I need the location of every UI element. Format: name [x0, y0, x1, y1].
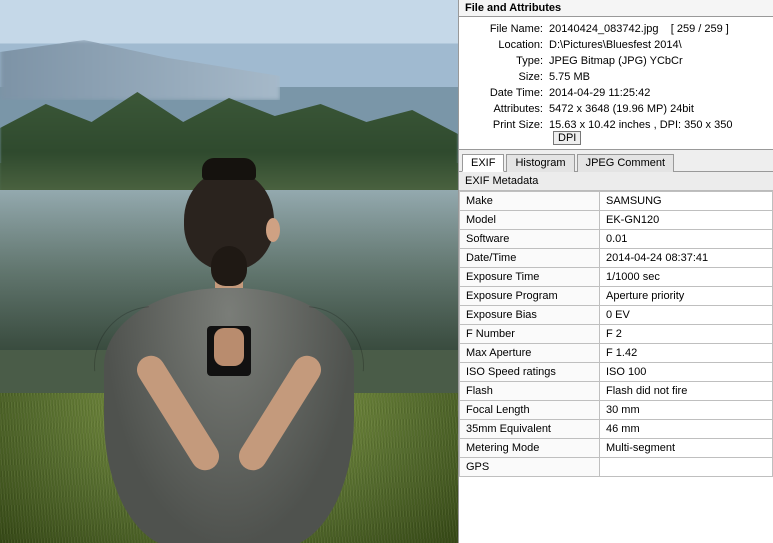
image-preview[interactable]: [0, 0, 458, 543]
table-row[interactable]: ISO Speed ratingsISO 100: [460, 363, 773, 382]
table-row[interactable]: Exposure Time1/1000 sec: [460, 268, 773, 287]
attr-label: Location:: [465, 39, 549, 51]
attr-value: 5.75 MB: [549, 71, 767, 83]
table-row[interactable]: Software0.01: [460, 230, 773, 249]
printsize-text: 15.63 x 10.42 inches , DPI: 350 x 350: [549, 119, 732, 131]
attr-label: Date Time:: [465, 87, 549, 99]
table-row[interactable]: Metering ModeMulti-segment: [460, 439, 773, 458]
metadata-tabstrip: EXIF Histogram JPEG Comment: [459, 149, 773, 172]
attr-value: JPEG Bitmap (JPG) YCbCr: [549, 55, 767, 67]
tab-jpeg-comment[interactable]: JPEG Comment: [577, 154, 674, 172]
exif-value: Aperture priority: [600, 287, 773, 306]
attr-value: 20140424_083742.jpg [ 259 / 259 ]: [549, 23, 767, 35]
subject-torso: [104, 288, 354, 543]
exif-key: 35mm Equivalent: [460, 420, 600, 439]
exif-key: Max Aperture: [460, 344, 600, 363]
exif-key: Flash: [460, 382, 600, 401]
attr-value: 15.63 x 10.42 inches , DPI: 350 x 350 DP…: [549, 119, 767, 145]
dpi-button[interactable]: DPI: [553, 131, 581, 145]
subject-head: [184, 170, 274, 270]
exif-key: Date/Time: [460, 249, 600, 268]
metadata-panel: File and Attributes File Name: 20140424_…: [458, 0, 773, 543]
exif-table-container[interactable]: MakeSAMSUNGModelEK-GN120Software0.01Date…: [459, 191, 773, 543]
table-row[interactable]: Exposure ProgramAperture priority: [460, 287, 773, 306]
table-row[interactable]: GPS: [460, 458, 773, 477]
table-row[interactable]: Max ApertureF 1.42: [460, 344, 773, 363]
exif-key: Model: [460, 211, 600, 230]
table-row[interactable]: FlashFlash did not fire: [460, 382, 773, 401]
attr-row-type: Type: JPEG Bitmap (JPG) YCbCr: [465, 53, 767, 69]
exif-value: Multi-segment: [600, 439, 773, 458]
subject-hair-bun: [211, 246, 247, 286]
exif-value: SAMSUNG: [600, 192, 773, 211]
exif-key: ISO Speed ratings: [460, 363, 600, 382]
attr-row-printsize: Print Size: 15.63 x 10.42 inches , DPI: …: [465, 117, 767, 147]
table-row[interactable]: ModelEK-GN120: [460, 211, 773, 230]
filename-text: 20140424_083742.jpg: [549, 23, 659, 35]
attr-row-datetime: Date Time: 2014-04-29 11:25:42: [465, 85, 767, 101]
subject-hands: [214, 328, 244, 366]
exif-value: F 1.42: [600, 344, 773, 363]
attr-row-size: Size: 5.75 MB: [465, 69, 767, 85]
tab-histogram[interactable]: Histogram: [506, 154, 574, 172]
table-row[interactable]: F NumberF 2: [460, 325, 773, 344]
exif-value: EK-GN120: [600, 211, 773, 230]
attr-label: File Name:: [465, 23, 549, 35]
exif-value: 0.01: [600, 230, 773, 249]
table-row[interactable]: Date/Time2014-04-24 08:37:41: [460, 249, 773, 268]
exif-value: 30 mm: [600, 401, 773, 420]
exif-table: MakeSAMSUNGModelEK-GN120Software0.01Date…: [459, 191, 773, 477]
exif-value: 46 mm: [600, 420, 773, 439]
exif-value: Flash did not fire: [600, 382, 773, 401]
table-row[interactable]: Exposure Bias0 EV: [460, 306, 773, 325]
exif-key: F Number: [460, 325, 600, 344]
exif-key: Exposure Program: [460, 287, 600, 306]
file-index: [ 259 / 259 ]: [671, 23, 729, 35]
bg-mountain: [0, 40, 280, 100]
attr-label: Print Size:: [465, 119, 549, 145]
subject-person: [99, 170, 359, 520]
subject-ear: [266, 218, 280, 242]
attr-label: Size:: [465, 71, 549, 83]
exif-value: 0 EV: [600, 306, 773, 325]
attr-value: D:\Pictures\Bluesfest 2014\: [549, 39, 767, 51]
exif-metadata-header: EXIF Metadata: [459, 172, 773, 191]
attr-row-filename: File Name: 20140424_083742.jpg [ 259 / 2…: [465, 21, 767, 37]
attr-label: Attributes:: [465, 103, 549, 115]
exif-value: F 2: [600, 325, 773, 344]
attr-value: 2014-04-29 11:25:42: [549, 87, 767, 99]
exif-key: Metering Mode: [460, 439, 600, 458]
sunglasses-icon: [202, 158, 256, 180]
tab-exif[interactable]: EXIF: [462, 154, 504, 172]
attr-row-attributes: Attributes: 5472 x 3648 (19.96 MP) 24bit: [465, 101, 767, 117]
table-row[interactable]: MakeSAMSUNG: [460, 192, 773, 211]
attr-row-location: Location: D:\Pictures\Bluesfest 2014\: [465, 37, 767, 53]
file-attributes-header: File and Attributes: [459, 0, 773, 17]
exif-key: Software: [460, 230, 600, 249]
exif-value: 2014-04-24 08:37:41: [600, 249, 773, 268]
table-row[interactable]: Focal Length30 mm: [460, 401, 773, 420]
exif-key: Focal Length: [460, 401, 600, 420]
exif-key: GPS: [460, 458, 600, 477]
exif-key: Make: [460, 192, 600, 211]
attr-value: 5472 x 3648 (19.96 MP) 24bit: [549, 103, 767, 115]
file-attributes: File Name: 20140424_083742.jpg [ 259 / 2…: [459, 17, 773, 149]
attr-label: Type:: [465, 55, 549, 67]
exif-value: 1/1000 sec: [600, 268, 773, 287]
exif-value: [600, 458, 773, 477]
exif-value: ISO 100: [600, 363, 773, 382]
exif-key: Exposure Time: [460, 268, 600, 287]
table-row[interactable]: 35mm Equivalent46 mm: [460, 420, 773, 439]
exif-key: Exposure Bias: [460, 306, 600, 325]
